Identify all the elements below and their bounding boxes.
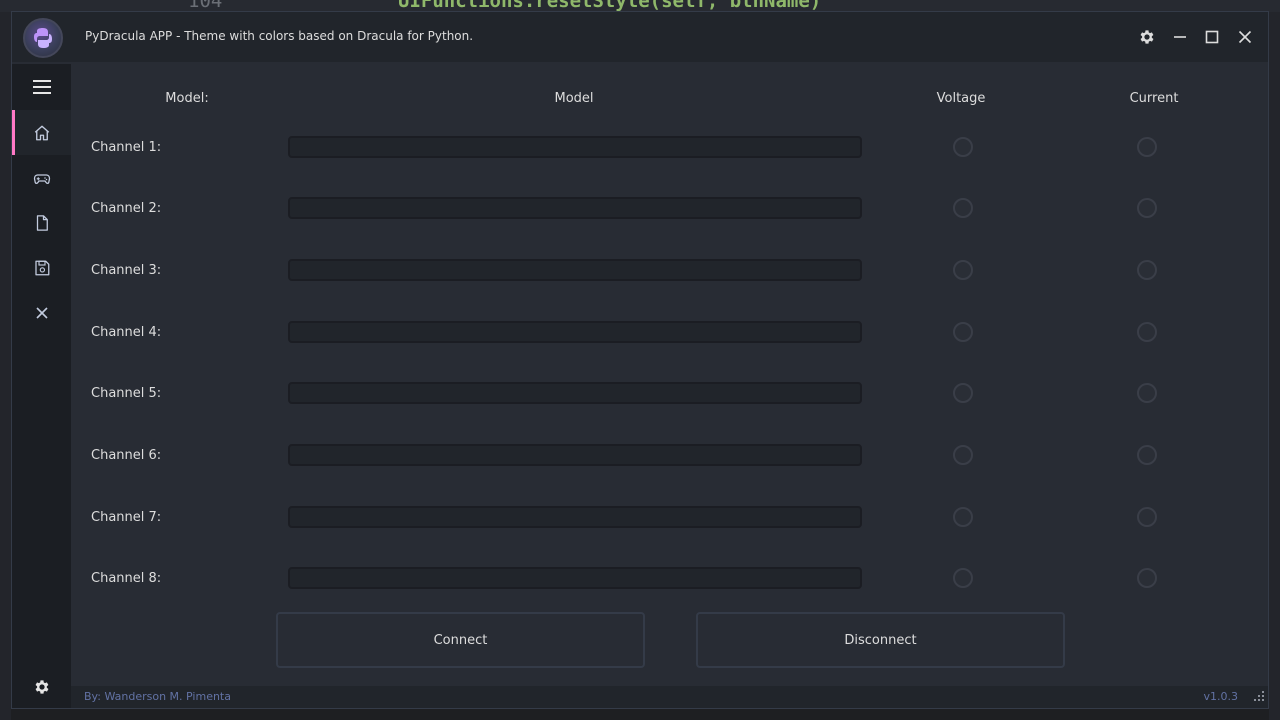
credits-text: By: Wanderson M. Pimenta bbox=[84, 690, 231, 703]
voltage-radio[interactable] bbox=[953, 383, 973, 403]
version-label: v1.0.3 bbox=[1203, 690, 1239, 703]
sidebar-item-home[interactable] bbox=[12, 110, 71, 155]
channel-model-input[interactable] bbox=[288, 444, 862, 466]
voltage-radio[interactable] bbox=[953, 198, 973, 218]
voltage-radio[interactable] bbox=[953, 322, 973, 342]
python-logo-icon bbox=[34, 28, 52, 48]
background-left-strip bbox=[0, 12, 11, 720]
channel-label: Channel 1: bbox=[91, 140, 162, 155]
title-bar[interactable]: PyDracula APP - Theme with colors based … bbox=[12, 12, 1268, 62]
channel-model-input[interactable] bbox=[288, 321, 862, 343]
channel-model-input[interactable] bbox=[288, 197, 862, 219]
sidebar-item-new[interactable] bbox=[12, 200, 71, 245]
gear-icon bbox=[1140, 30, 1154, 44]
channel-label: Channel 5: bbox=[91, 386, 162, 401]
voltage-radio[interactable] bbox=[953, 137, 973, 157]
maximize-button[interactable] bbox=[1200, 25, 1224, 49]
menu-toggle-button[interactable] bbox=[12, 64, 71, 109]
sidebar-item-exit[interactable] bbox=[12, 290, 71, 335]
settings-button[interactable] bbox=[1135, 25, 1159, 49]
current-radio[interactable] bbox=[1137, 568, 1157, 588]
background-right-strip bbox=[1269, 12, 1280, 720]
save-icon bbox=[34, 260, 49, 275]
resize-grip-icon[interactable] bbox=[1253, 691, 1265, 703]
app-logo bbox=[23, 18, 63, 58]
disconnect-button[interactable]: Disconnect bbox=[696, 612, 1065, 668]
left-sidebar bbox=[12, 64, 71, 708]
sidebar-item-save[interactable] bbox=[12, 245, 71, 290]
voltage-radio[interactable] bbox=[953, 568, 973, 588]
voltage-radio[interactable] bbox=[953, 507, 973, 527]
channel-model-input[interactable] bbox=[288, 506, 862, 528]
channel-model-input[interactable] bbox=[288, 136, 862, 158]
header-model-label: Model: bbox=[165, 91, 209, 106]
app-window: PyDracula APP - Theme with colors based … bbox=[11, 11, 1269, 709]
channel-label: Channel 8: bbox=[91, 571, 162, 586]
header-voltage: Voltage bbox=[936, 91, 986, 106]
channel-model-input[interactable] bbox=[288, 382, 862, 404]
voltage-radio[interactable] bbox=[953, 260, 973, 280]
gear-icon bbox=[35, 679, 48, 694]
channel-label: Channel 3: bbox=[91, 263, 162, 278]
window-title: PyDracula APP - Theme with colors based … bbox=[85, 29, 474, 43]
file-icon bbox=[36, 214, 48, 231]
channel-label: Channel 4: bbox=[91, 325, 162, 340]
channel-model-input[interactable] bbox=[288, 259, 862, 281]
status-bar: By: Wanderson M. Pimenta v1.0.3 bbox=[71, 686, 1268, 708]
close-window-button[interactable] bbox=[1233, 25, 1257, 49]
channel-model-input[interactable] bbox=[288, 567, 862, 589]
close-icon bbox=[35, 306, 48, 319]
current-radio[interactable] bbox=[1137, 445, 1157, 465]
channel-label: Channel 6: bbox=[91, 448, 162, 463]
current-radio[interactable] bbox=[1137, 198, 1157, 218]
gamepad-icon bbox=[33, 173, 50, 184]
voltage-radio[interactable] bbox=[953, 445, 973, 465]
header-model: Model bbox=[554, 91, 594, 106]
current-radio[interactable] bbox=[1137, 507, 1157, 527]
current-radio[interactable] bbox=[1137, 383, 1157, 403]
close-icon bbox=[1238, 30, 1252, 44]
menu-icon bbox=[32, 79, 51, 94]
sidebar-item-widgets[interactable] bbox=[12, 155, 71, 200]
minimize-icon bbox=[1174, 36, 1186, 38]
home-icon bbox=[34, 125, 49, 140]
minimize-button[interactable] bbox=[1168, 25, 1192, 49]
connect-button[interactable]: Connect bbox=[276, 612, 645, 668]
sidebar-settings-button[interactable] bbox=[12, 664, 71, 709]
main-content: Model: Model Voltage Current Channel 1: … bbox=[71, 64, 1268, 686]
channel-label: Channel 2: bbox=[91, 201, 162, 216]
maximize-icon bbox=[1205, 30, 1219, 44]
channel-label: Channel 7: bbox=[91, 510, 162, 525]
header-current: Current bbox=[1129, 91, 1179, 106]
current-radio[interactable] bbox=[1137, 137, 1157, 157]
current-radio[interactable] bbox=[1137, 322, 1157, 342]
current-radio[interactable] bbox=[1137, 260, 1157, 280]
